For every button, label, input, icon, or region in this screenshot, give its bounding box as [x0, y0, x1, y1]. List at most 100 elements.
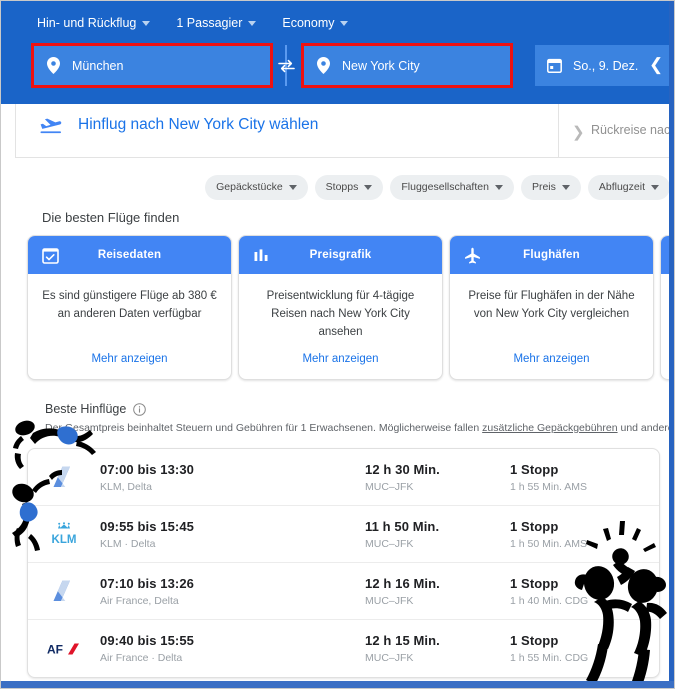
chevron-down-icon: [651, 184, 659, 190]
flight-layover: 1 h 55 Min. AMS: [510, 480, 588, 493]
flight-times: 07:00 bis 13:30: [100, 461, 195, 477]
insight-card-travel-dates[interactable]: Reisedaten Es sind günstigere Flüge ab 3…: [27, 235, 232, 381]
chevron-down-icon: [142, 20, 151, 26]
swap-arrows-icon: [277, 59, 295, 73]
card-more-link[interactable]: Mehr anzeigen: [28, 341, 231, 379]
chevron-right-icon: ❯: [572, 124, 585, 141]
tab-outbound-flight[interactable]: Hinflug nach New York City wählen: [39, 115, 318, 135]
card-more-link[interactable]: Mehr anzeigen: [450, 341, 653, 379]
trip-type-label: Hin- und Rückflug: [37, 16, 137, 30]
location-pin-icon: [47, 57, 60, 74]
flight-stops: 1 Stopp: [510, 575, 559, 591]
flight-layover: 1 h 50 Min. AMS: [510, 537, 588, 550]
flight-time-cell: 09:40 bis 15:55 Air France · Delta: [100, 633, 365, 664]
flight-times: 09:40 bis 15:55: [100, 633, 195, 648]
table-row[interactable]: AF 09:40 bis 15:55 Air France · Delta 12…: [28, 620, 659, 677]
klm-delta-tail-logo: [53, 466, 70, 487]
date-value: So., 9. Dez.: [573, 58, 639, 73]
flight-airlines: Air France, Delta: [100, 594, 179, 607]
origin-value: München: [72, 58, 124, 73]
price-disclaimer: Der Gesamtpreis beinhaltet Steuern und G…: [45, 422, 674, 434]
baggage-fees-link[interactable]: zusätzliche Gepäckgebühren: [482, 422, 617, 434]
card-body: Es sind günstigere Flüge ab 380 € an and…: [42, 290, 217, 320]
filter-chip-price[interactable]: Preis: [520, 174, 581, 200]
tabbar-left-divider: [15, 104, 16, 158]
flight-duration: 12 h 30 Min.: [365, 461, 440, 477]
filter-chip-label: Fluggesellschaften: [401, 181, 489, 193]
passengers-selector[interactable]: 1 Passagier: [176, 16, 257, 30]
origin-input[interactable]: München: [33, 45, 271, 86]
flight-stops: 1 Stopp: [510, 633, 559, 648]
previous-date-button[interactable]: ❮: [649, 56, 663, 73]
flight-stops-cell: 1 Stopp 1 h 55 Min. AMS: [510, 462, 659, 493]
bar-chart-icon: [254, 248, 268, 261]
browser-footer-bar: [1, 681, 674, 688]
flight-stops-cell: 1 Stopp 1 h 40 Min. CDG: [510, 576, 659, 607]
filter-chip-airlines[interactable]: Fluggesellschaften: [390, 174, 514, 200]
airline-logo-cell: AF: [28, 641, 100, 657]
chevron-down-icon: [248, 20, 257, 26]
filter-chip-departure-time[interactable]: Abflugzeit: [587, 174, 670, 200]
flight-search-page: Hin- und Rückflug 1 Passagier Economy Mü…: [0, 0, 675, 689]
trip-type-selector[interactable]: Hin- und Rückflug: [37, 16, 151, 30]
flight-duration: 12 h 15 Min.: [365, 633, 440, 648]
disclaimer-text-post: und andere Gebü: [620, 422, 674, 434]
filter-chip-row: Gepäckstücke Stopps Fluggesellschaften P…: [1, 173, 674, 201]
card-header: Flughäfen: [450, 236, 653, 274]
svg-text:AF: AF: [47, 642, 63, 656]
card-more-link[interactable]: Mehr anzeigen: [239, 341, 442, 379]
calendar-check-icon: [42, 247, 59, 264]
flight-airlines: Air France · Delta: [100, 652, 183, 664]
flight-duration: 11 h 50 Min.: [365, 518, 440, 534]
airline-logo-cell: KLM: [28, 521, 100, 547]
calendar-icon: [547, 58, 562, 73]
info-icon[interactable]: [133, 402, 147, 416]
tab-divider: [558, 104, 559, 158]
flight-route: MUC–JFK: [365, 594, 414, 607]
passengers-label: 1 Passagier: [176, 16, 243, 30]
chevron-down-icon: [288, 184, 297, 190]
flight-times: 09:55 bis 15:45: [100, 518, 195, 534]
card-header: Reisedaten: [28, 236, 231, 274]
trip-leg-tabs: Hinflug nach New York City wählen ❯ Rück…: [15, 104, 674, 158]
chevron-down-icon: [364, 184, 373, 190]
destination-value: New York City: [342, 58, 420, 73]
browser-right-edge: [669, 1, 674, 688]
filter-chip-label: Gepäckstücke: [216, 181, 283, 193]
disclaimer-text-pre: Der Gesamtpreis beinhaltet Steuern und G…: [45, 422, 483, 434]
airfrance-delta-tail-logo: [53, 580, 70, 601]
flight-route: MUC–JFK: [365, 480, 414, 493]
flight-duration: 12 h 16 Min.: [365, 575, 440, 591]
insight-card-price-graph[interactable]: Preisgrafik Preisentwicklung für 4-tägig…: [238, 235, 443, 381]
cabin-class-selector[interactable]: Economy: [282, 16, 349, 30]
card-body: Preisentwicklung für 4-tägige Reisen nac…: [266, 290, 415, 338]
airline-logo-cell: [28, 465, 100, 489]
flight-duration-cell: 12 h 15 Min. MUC–JFK: [365, 633, 510, 664]
chevron-down-icon: [340, 20, 349, 26]
flight-time-cell: 09:55 bis 15:45 KLM · Delta: [100, 519, 365, 550]
card-body: Preise für Flughäfen in der Nähe von New…: [468, 290, 635, 320]
table-row[interactable]: 07:10 bis 13:26 Air France, Delta 12 h 1…: [28, 563, 659, 620]
flight-stops-cell: 1 Stopp 1 h 55 Min. CDG: [510, 633, 659, 664]
destination-input[interactable]: New York City: [303, 45, 511, 86]
chevron-down-icon: [494, 184, 503, 190]
insight-card-airports[interactable]: Flughäfen Preise für Flughäfen in der Nä…: [449, 235, 654, 381]
table-row[interactable]: KLM 09:55 bis 15:45 KLM · Delta 11 h 50 …: [28, 506, 659, 563]
best-flights-heading: Beste Hinflüge: [45, 402, 147, 416]
flight-times: 07:10 bis 13:26: [100, 575, 195, 591]
tab-return-flight[interactable]: Rückreise nach: [591, 123, 674, 137]
flight-stops-cell: 1 Stopp 1 h 50 Min. AMS: [510, 519, 659, 550]
filter-chip-baggage[interactable]: Gepäckstücke: [205, 174, 308, 200]
table-row[interactable]: 07:00 bis 13:30 KLM, Delta 12 h 30 Min. …: [28, 449, 659, 506]
filter-chip-label: Abflugzeit: [598, 181, 645, 193]
flight-airlines: KLM · Delta: [100, 537, 156, 550]
location-pin-icon: [317, 57, 330, 74]
flight-route: MUC–JFK: [365, 652, 414, 664]
airfrance-logo: AF: [47, 642, 79, 656]
swap-locations-button[interactable]: [273, 53, 299, 79]
flight-results-list: 07:00 bis 13:30 KLM, Delta 12 h 30 Min. …: [27, 448, 660, 678]
cabin-class-label: Economy: [282, 16, 335, 30]
flight-stops: 1 Stopp: [510, 518, 559, 534]
filter-chip-stops[interactable]: Stopps: [314, 174, 384, 200]
search-header: Hin- und Rückflug 1 Passagier Economy Mü…: [1, 1, 674, 104]
